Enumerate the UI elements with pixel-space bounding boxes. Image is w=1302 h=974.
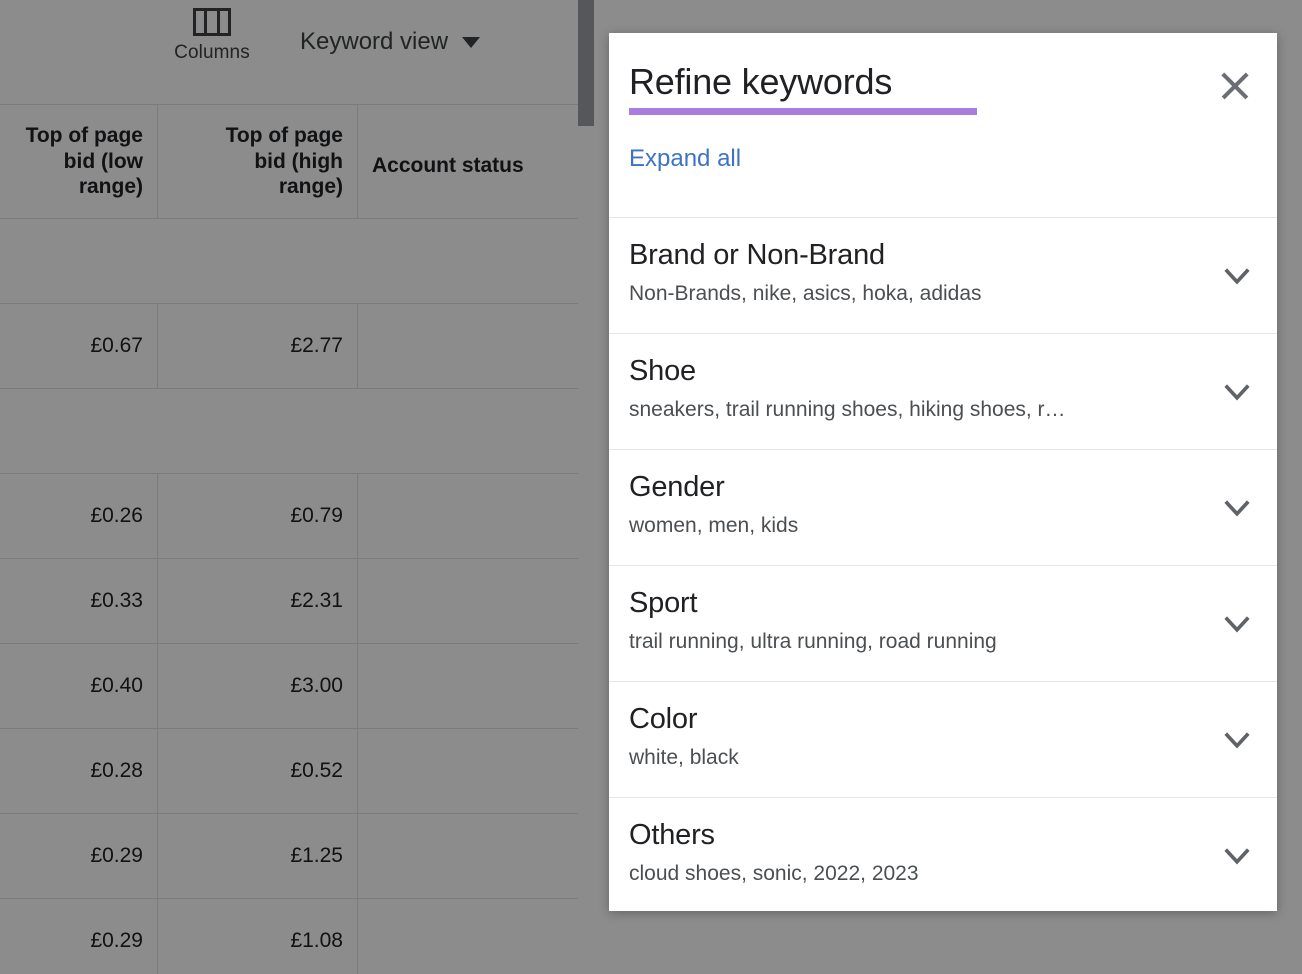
refine-category-item[interactable]: Others cloud shoes, sonic, 2022, 2023 <box>609 798 1277 911</box>
refine-category-title: Gender <box>629 471 725 503</box>
dialog-header: Refine keywords Expand all <box>609 33 1277 217</box>
refine-category-title: Others <box>629 819 715 851</box>
refine-category-values: trail running, ultra running, road runni… <box>629 629 997 653</box>
refine-category-title: Brand or Non-Brand <box>629 239 885 271</box>
refine-category-values: women, men, kids <box>629 513 799 537</box>
refine-category-title: Shoe <box>629 355 696 387</box>
title-underline <box>629 108 977 116</box>
screen-root: Columns Keyword view Top of page bid (lo… <box>0 0 1302 974</box>
refine-category-values: white, black <box>629 745 739 769</box>
refine-category-item[interactable]: Gender women, men, kids <box>609 450 1277 566</box>
refine-category-item[interactable]: Shoe sneakers, trail running shoes, hikin… <box>609 334 1277 450</box>
chevron-down-icon[interactable] <box>1217 604 1257 644</box>
refine-category-list: Brand or Non-Brand Non-Brands, nike, asic… <box>609 217 1277 911</box>
refine-keywords-dialog: Refine keywords Expand all Brand or Non-… <box>609 33 1277 911</box>
chevron-down-icon[interactable] <box>1217 372 1257 412</box>
refine-category-title: Color <box>629 703 698 735</box>
refine-category-values: cloud shoes, sonic, 2022, 2023 <box>629 861 919 885</box>
chevron-down-icon[interactable] <box>1217 256 1257 296</box>
refine-category-item[interactable]: Sport trail running, ultra running, road … <box>609 566 1277 682</box>
chevron-down-icon[interactable] <box>1217 488 1257 528</box>
refine-category-item[interactable]: Brand or Non-Brand Non-Brands, nike, asic… <box>609 218 1277 334</box>
dialog-title: Refine keywords <box>629 61 893 102</box>
refine-category-values: sneakers, trail running shoes, hiking sh… <box>629 397 1066 421</box>
refine-category-title: Sport <box>629 587 698 619</box>
close-icon[interactable] <box>1215 66 1255 106</box>
expand-all-link[interactable]: Expand all <box>629 145 741 173</box>
chevron-down-icon[interactable] <box>1217 720 1257 760</box>
refine-category-values: Non-Brands, nike, asics, hoka, adidas <box>629 281 982 305</box>
chevron-down-icon[interactable] <box>1217 836 1257 876</box>
refine-category-item[interactable]: Color white, black <box>609 682 1277 798</box>
